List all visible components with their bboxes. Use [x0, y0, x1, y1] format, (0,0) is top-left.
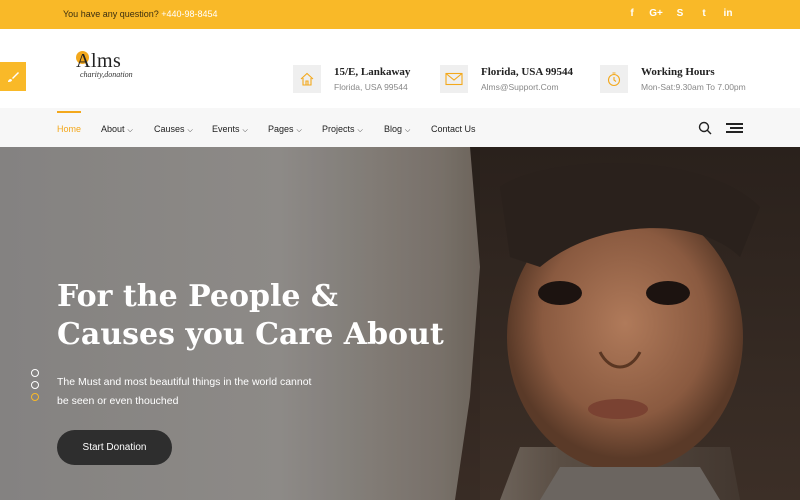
facebook-icon[interactable]: f [620, 7, 644, 21]
hero-description: The Must and most beautiful things in th… [57, 376, 312, 407]
nav-item-home[interactable]: Home [57, 124, 81, 134]
site-logo[interactable]: Alms charity,donation [76, 51, 133, 79]
chevron-down-icon: ⌵ [405, 127, 411, 134]
style-switcher-button[interactable] [0, 62, 26, 91]
logo-tagline: charity,donation [80, 70, 133, 79]
hours-sub: Mon-Sat:9.30am To 7.00pm [641, 82, 746, 92]
nav-item-pages[interactable]: Pages ⌵ [268, 124, 302, 135]
search-icon[interactable] [698, 121, 712, 135]
linkedin-icon[interactable]: in [716, 7, 740, 21]
email-address[interactable]: Alms@Support.Com [481, 82, 559, 92]
twitter-icon[interactable]: t [692, 7, 716, 21]
address-sub: Florida, USA 99544 [334, 82, 408, 92]
phone-link[interactable]: +440-98-8454 [161, 9, 217, 19]
chevron-down-icon: ⌵ [187, 127, 193, 134]
nav-item-blog[interactable]: Blog ⌵ [384, 124, 410, 135]
email-title: Florida, USA 99544 [481, 66, 573, 78]
hero-slider: For the People & Causes you Care About T… [0, 147, 800, 500]
nav-item-causes[interactable]: Causes ⌵ [154, 124, 193, 135]
brush-icon [8, 71, 19, 82]
social-links: f G+ S t in [620, 7, 740, 21]
start-donation-button[interactable]: Start Donation [57, 430, 172, 465]
mail-icon [440, 65, 468, 93]
clock-icon [600, 65, 628, 93]
site-header: Alms charity,donation 15/E, Lankaway Flo… [0, 29, 800, 108]
home-icon [293, 65, 321, 93]
chevron-down-icon: ⌵ [296, 127, 302, 134]
google-plus-icon[interactable]: G+ [644, 7, 668, 21]
slide-dot[interactable] [31, 369, 39, 377]
chevron-down-icon: ⌵ [357, 127, 363, 134]
main-navigation: Home About ⌵ Causes ⌵ Events ⌵ Pages ⌵ Proje… [0, 108, 800, 147]
active-indicator [57, 111, 81, 113]
hamburger-icon[interactable] [726, 123, 743, 133]
nav-item-contact[interactable]: Contact Us [431, 124, 476, 134]
slider-pagination [31, 369, 39, 405]
top-bar: You have any question? +440-98-8454 f G+… [0, 0, 800, 29]
slide-dot[interactable] [31, 381, 39, 389]
chevron-down-icon: ⌵ [242, 127, 248, 134]
skype-icon[interactable]: S [668, 7, 692, 21]
slide-dot-active[interactable] [31, 393, 39, 401]
address-title: 15/E, Lankaway [334, 66, 411, 78]
nav-item-events[interactable]: Events ⌵ [212, 124, 248, 135]
hero-headline: For the People & Causes you Care About [57, 279, 444, 352]
chevron-down-icon: ⌵ [127, 127, 133, 134]
nav-item-projects[interactable]: Projects ⌵ [322, 124, 363, 135]
nav-item-about[interactable]: About ⌵ [101, 124, 133, 135]
hours-title: Working Hours [641, 66, 715, 78]
contact-question: You have any question? +440-98-8454 [63, 9, 218, 19]
logo-name: Alms [76, 50, 122, 72]
question-text: You have any question? [63, 9, 159, 19]
